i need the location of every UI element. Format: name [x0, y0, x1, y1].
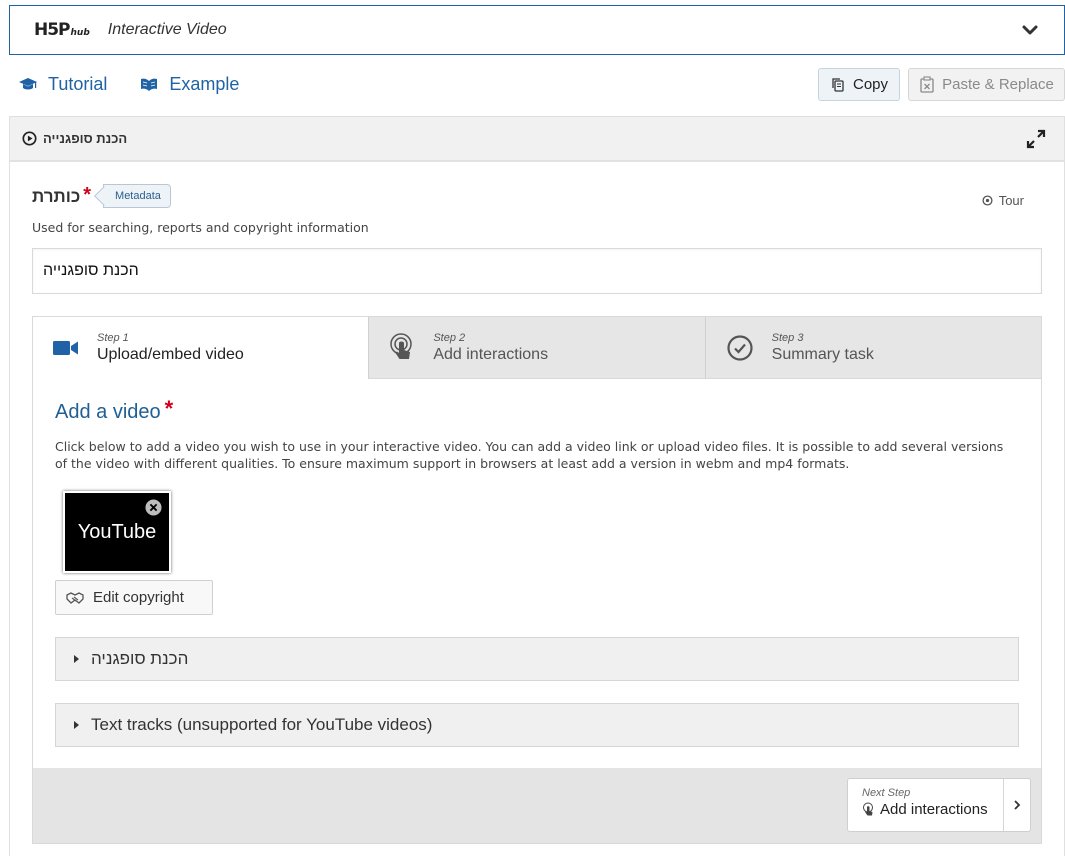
video-camera-icon	[53, 341, 78, 355]
tutorial-label: Tutorial	[48, 74, 108, 94]
touch-hand-icon	[863, 802, 873, 816]
paste-replace-button[interactable]: Paste & Replace	[908, 68, 1065, 101]
add-video-description: Click below to add a video you wish to u…	[55, 439, 1004, 471]
copy-button[interactable]: Copy	[818, 68, 900, 101]
content-type-title: Interactive Video	[107, 21, 227, 38]
expand-icon[interactable]	[1026, 129, 1046, 149]
field-description: Used for searching, reports and copyrigh…	[32, 220, 369, 235]
chevron-down-icon[interactable]	[1020, 20, 1040, 40]
tab-step-number: Step 2	[433, 331, 466, 344]
tour-label: Tour	[998, 193, 1024, 208]
example-link[interactable]: Example	[139, 74, 239, 95]
next-step-button[interactable]: Next Step Add interactions	[847, 778, 1031, 832]
tour-icon	[982, 195, 993, 206]
caret-right-icon	[74, 655, 79, 663]
play-circle-icon	[22, 131, 37, 146]
text-tracks-collapsible[interactable]: Text tracks (unsupported for YouTube vid…	[55, 703, 1019, 747]
next-step-caption: Next Step	[862, 787, 911, 799]
add-video-label: Add a video	[55, 401, 161, 423]
title-field-label: כותרת * Metadata	[32, 184, 171, 208]
copy-label: Copy	[852, 76, 889, 93]
video-thumbnail[interactable]: YouTube	[63, 491, 171, 573]
field-label-text: כותרת	[32, 187, 81, 206]
thumbnail-label: YouTube	[77, 520, 157, 543]
book-icon	[141, 78, 158, 91]
tab-step-number: Step 3	[771, 331, 804, 344]
collapsible-label: Text tracks (unsupported for YouTube vid…	[91, 715, 433, 734]
paste-label: Paste & Replace	[942, 76, 1054, 93]
chevron-right-icon	[1003, 779, 1030, 831]
h5p-logo: H5P hub	[34, 20, 90, 40]
video-source-collapsible[interactable]: הכנת סופגניה	[55, 637, 1019, 681]
tab-summary-task[interactable]: Step 3 Summary task	[704, 317, 1041, 379]
example-label: Example	[169, 74, 240, 94]
handshake-icon	[66, 591, 84, 604]
section-title: הכנת סופגנייה	[43, 131, 128, 146]
tab-name: Add interactions	[433, 345, 549, 363]
edit-copyright-label: Edit copyright	[93, 589, 184, 606]
tab-add-interactions[interactable]: Step 2 Add interactions	[368, 317, 705, 379]
wizard-footer: Next Step Add interactions	[33, 768, 1041, 843]
paste-icon	[920, 76, 934, 93]
required-mark: *	[164, 396, 174, 421]
caret-right-icon	[74, 721, 79, 729]
copy-icon	[832, 77, 844, 92]
touch-hand-icon	[390, 332, 413, 359]
graduation-cap-icon	[19, 77, 37, 89]
required-mark: *	[83, 184, 92, 206]
tab-name: Summary task	[771, 345, 874, 363]
editor-panel: הכנת סופגנייה כותרת * Metadata Tour Used…	[9, 116, 1065, 856]
tour-button[interactable]: Tour	[982, 193, 1024, 208]
tab-name: Upload/embed video	[97, 346, 244, 363]
add-video-heading: Add a video *	[55, 396, 174, 424]
wizard: Step 1 Upload/embed video Step 2 Add int…	[32, 316, 1042, 844]
section-header[interactable]: הכנת סופגנייה	[10, 117, 1064, 162]
collapsible-label: הכנת סופגניה	[91, 649, 189, 668]
check-circle-icon	[727, 334, 753, 361]
tab-step-number: Step 1	[97, 332, 129, 344]
title-input[interactable]: הכנת סופגנייה	[32, 248, 1042, 294]
edit-copyright-button[interactable]: Edit copyright	[55, 580, 213, 615]
hub-bar[interactable]: H5P hub Interactive Video	[9, 5, 1065, 55]
metadata-button[interactable]: Metadata	[103, 184, 171, 208]
tab-upload-embed-video[interactable]: Step 1 Upload/embed video	[33, 317, 369, 379]
next-step-label: Add interactions	[880, 801, 988, 818]
tutorial-link[interactable]: Tutorial	[18, 74, 107, 95]
remove-video-icon[interactable]	[145, 499, 162, 516]
